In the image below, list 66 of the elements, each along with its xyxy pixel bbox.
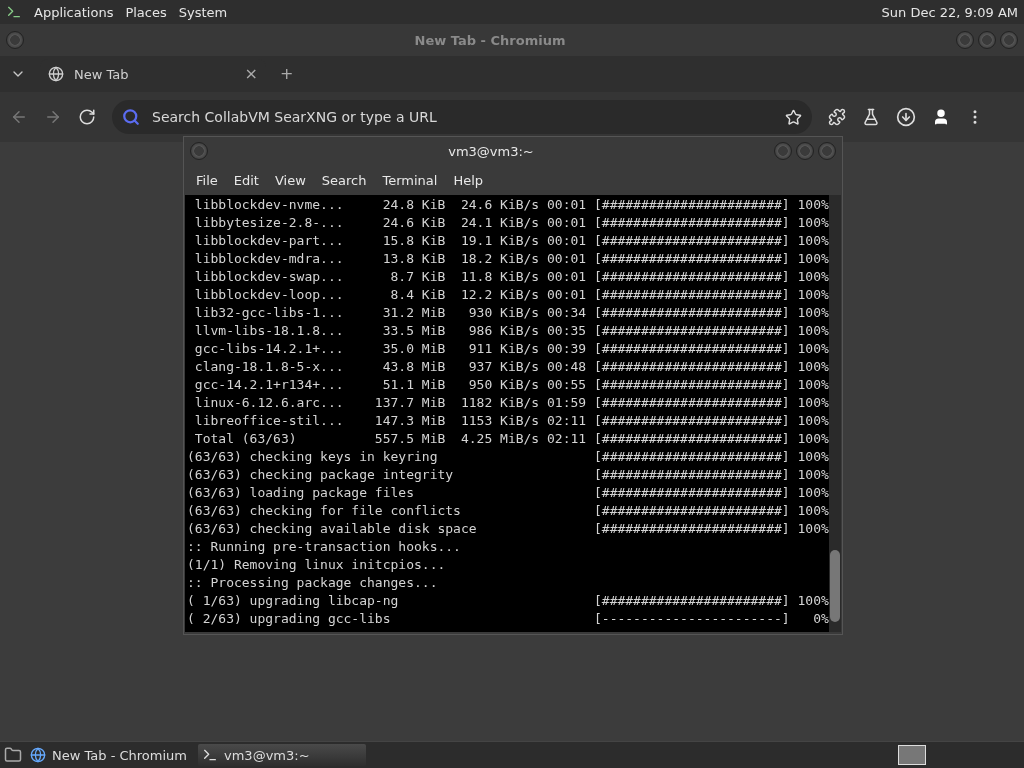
terminal-line: libblockdev-nvme... 24.8 KiB 24.6 KiB/s 00:01 [#######################] 100%	[193, 196, 829, 214]
terminal-line: (63/63) checking package integrity [#######################] 100%	[187, 466, 829, 484]
panel-menu[interactable]: Applications	[34, 4, 114, 20]
terminal-line: Total (63/63) 557.5 MiB 4.25 MiB/s 02:11 [#######################] 100%	[193, 430, 829, 448]
terminal-line: libblockdev-part... 15.8 KiB 19.1 KiB/s 00:01 [#######################] 100%	[193, 232, 829, 250]
panel-menu[interactable]: System	[178, 4, 228, 20]
terminal-line: lib32-gcc-libs-1... 31.2 MiB 930 KiB/s 00:34 [#######################] 100%	[193, 304, 829, 322]
forward-icon[interactable]	[44, 108, 62, 126]
menu-item[interactable]: Edit	[225, 172, 267, 188]
terminal-line: :: Running pre-transaction hooks...	[187, 538, 462, 556]
window-button[interactable]	[6, 31, 24, 49]
profile-icon[interactable]	[932, 108, 950, 126]
terminal-line: clang-18.1.8-5-x... 43.8 MiB 937 KiB/s 00:48 [#######################] 100%	[193, 358, 829, 376]
scrollbar[interactable]	[829, 195, 841, 632]
globe-icon	[48, 66, 64, 82]
download-icon[interactable]	[896, 107, 916, 127]
terminal-line: (63/63) checking for file conflicts [#######################] 100%	[187, 502, 829, 520]
window-title: vm3@vm3:~	[447, 143, 535, 159]
menu-item[interactable]: File	[188, 172, 226, 188]
terminal-line: (63/63) loading package files [#######################] 100%	[187, 484, 829, 502]
taskbar-item[interactable]: New Tab - Chromium	[26, 744, 194, 766]
terminal-line: libreoffice-stil... 147.3 MiB 1153 KiB/s 02:11 [#######################] 100%	[193, 412, 829, 430]
window-button[interactable]	[978, 31, 996, 49]
reload-icon[interactable]	[78, 108, 96, 126]
search-icon	[122, 108, 140, 126]
window-title: New Tab - Chromium	[413, 32, 567, 48]
window-button[interactable]	[1000, 31, 1018, 49]
panel-menu[interactable]: Places	[125, 4, 167, 20]
show-desktop-icon[interactable]	[4, 746, 22, 764]
tab-close[interactable]: ×	[244, 66, 258, 82]
window-button[interactable]	[190, 142, 208, 160]
terminal-line: libblockdev-loop... 8.4 KiB 12.2 KiB/s 00:01 [#######################] 100%	[193, 286, 829, 304]
clock: Sun Dec 22, 9:09 AM	[881, 4, 1018, 20]
terminal-line: libblockdev-mdra... 13.8 KiB 18.2 KiB/s 00:01 [#######################] 100%	[193, 250, 829, 268]
terminal-line: :: Processing package changes...	[187, 574, 439, 592]
window-button[interactable]	[818, 142, 836, 160]
flask-icon[interactable]	[862, 108, 880, 126]
terminal-line: (63/63) checking keys in keyring [#######################] 100%	[187, 448, 829, 466]
window-button[interactable]	[956, 31, 974, 49]
terminal-line: gcc-14.2.1+r134+... 51.1 MiB 950 KiB/s 00:55 [#######################] 100%	[193, 376, 829, 394]
address-field[interactable]: Search CollabVM SearXNG or type a URL	[150, 108, 775, 126]
window-button[interactable]	[796, 142, 814, 160]
terminal-line: gcc-libs-14.2.1+... 35.0 MiB 911 KiB/s 00:39 [#######################] 100%	[193, 340, 829, 358]
menu-item[interactable]: Help	[445, 172, 492, 188]
terminal-line: linux-6.12.6.arc... 137.7 MiB 1182 KiB/s 01:59 [#######################] 100%	[193, 394, 829, 412]
menu-item[interactable]: Terminal	[374, 172, 446, 188]
globe-icon	[30, 747, 46, 763]
address-bar[interactable]: Search CollabVM SearXNG or type a URL	[112, 100, 812, 134]
terminal-line: (1/1) Removing linux initcpios...	[187, 556, 447, 574]
terminal-line: libblockdev-swap... 8.7 KiB 11.8 KiB/s 00:01 [#######################] 100%	[193, 268, 829, 286]
terminal-line: llvm-libs-18.1.8... 33.5 MiB 986 KiB/s 00:35 [#######################] 100%	[193, 322, 829, 340]
menu-item[interactable]: View	[266, 172, 314, 188]
workspace-switcher[interactable]	[898, 745, 926, 765]
terminal-line: libbytesize-2.8-... 24.6 KiB 24.1 KiB/s 00:01 [#######################] 100%	[193, 214, 829, 232]
terminal-line: (63/63) checking available disk space [#######################] 100%	[187, 520, 829, 538]
extensions-icon[interactable]	[828, 108, 846, 126]
terminal-line: ( 1/63) upgrading libcap-ng [#######################] 100%	[187, 592, 829, 610]
taskbar-item[interactable]: vm3@vm3:~	[198, 744, 366, 766]
new-tab-button[interactable]: +	[280, 66, 294, 82]
terminal-line: ( 2/63) upgrading gcc-libs [-----------------------] 0%	[187, 610, 829, 628]
menu-item[interactable]: Search	[313, 172, 375, 188]
bookmark-star-icon[interactable]	[785, 108, 802, 126]
back-icon[interactable]	[10, 108, 28, 126]
terminal-icon[interactable]	[6, 4, 22, 20]
terminal-icon	[202, 747, 218, 763]
window-button[interactable]	[774, 142, 792, 160]
